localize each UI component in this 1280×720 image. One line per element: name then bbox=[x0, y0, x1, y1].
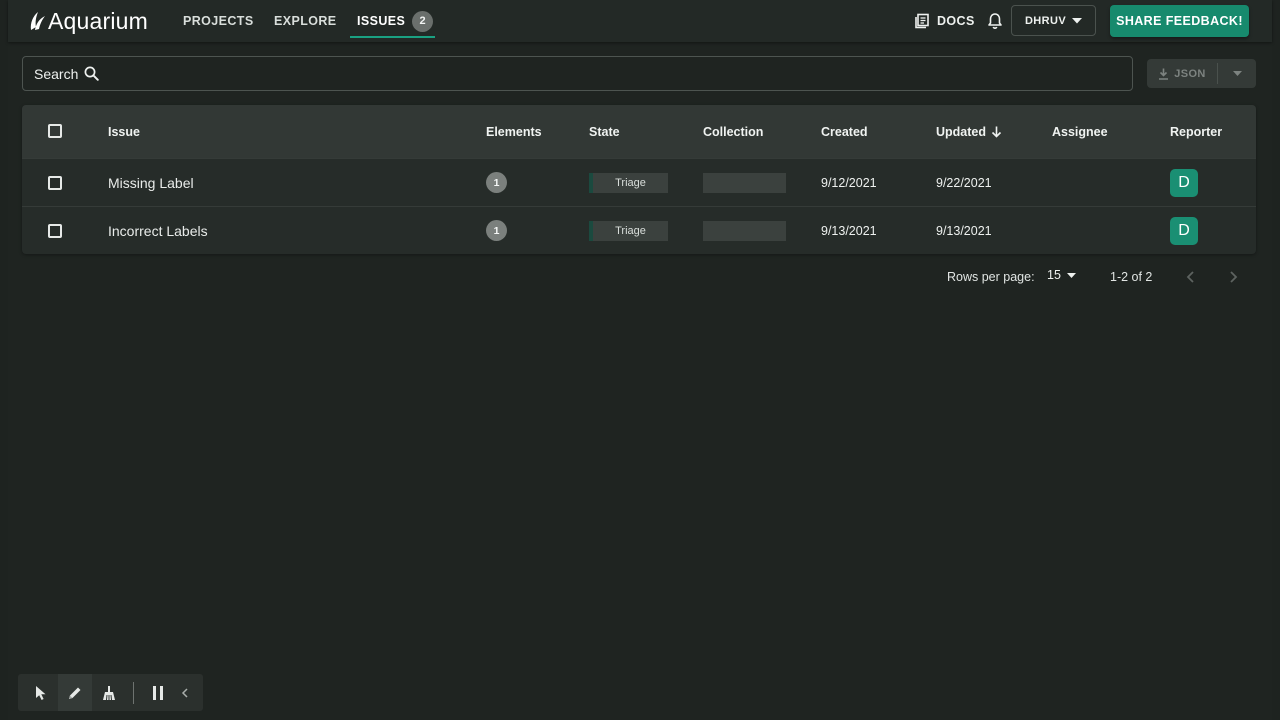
user-name: DHRUV bbox=[1024, 14, 1067, 27]
next-page-icon[interactable] bbox=[1225, 268, 1241, 286]
column-header-elements[interactable]: Elements bbox=[486, 105, 542, 158]
search-placeholder: Search bbox=[34, 65, 79, 82]
app-frame: Aquarium PROJECTS EXPLORE ISSUES 2 DOCS bbox=[8, 0, 1272, 720]
issues-count-badge: 2 bbox=[412, 10, 434, 32]
docs-book-icon bbox=[915, 13, 929, 29]
pencil-icon bbox=[69, 687, 81, 699]
elements-cell: 1 bbox=[486, 159, 507, 206]
caret-down-icon bbox=[1072, 17, 1083, 23]
table-header: Issue Elements State Collection Created … bbox=[22, 105, 1256, 158]
export-json-label: JSON bbox=[1174, 67, 1206, 80]
caret-down-icon bbox=[1232, 71, 1242, 76]
pagination-range: 1-2 of 2 bbox=[1110, 270, 1153, 284]
clear-tool[interactable] bbox=[92, 674, 126, 711]
share-feedback-button[interactable]: SHARE FEEDBACK! bbox=[1110, 5, 1249, 37]
nav-explore[interactable]: EXPLORE bbox=[274, 0, 337, 42]
elements-count-badge: 1 bbox=[486, 172, 507, 193]
row-checkbox[interactable] bbox=[48, 176, 62, 190]
collection-cell bbox=[703, 159, 786, 206]
rows-per-page-select[interactable]: 15 bbox=[1047, 268, 1076, 282]
download-icon bbox=[1159, 68, 1169, 80]
rows-per-page-label: Rows per page: bbox=[947, 270, 1035, 284]
reporter-cell: D bbox=[1170, 207, 1198, 254]
issues-table: Issue Elements State Collection Created … bbox=[22, 105, 1256, 254]
user-menu-button[interactable]: DHRUV bbox=[1011, 5, 1096, 36]
pause-button[interactable] bbox=[141, 674, 175, 711]
leaf-logo-icon bbox=[30, 12, 45, 30]
export-options-dropdown[interactable] bbox=[1218, 59, 1256, 88]
state-cell: Triage bbox=[589, 207, 668, 254]
docs-link[interactable]: DOCS bbox=[914, 0, 975, 42]
broom-icon bbox=[103, 685, 115, 700]
caret-down-icon bbox=[1066, 272, 1076, 278]
collapse-toolbar-button[interactable] bbox=[175, 674, 195, 711]
column-header-collection[interactable]: Collection bbox=[703, 105, 763, 158]
updated-date: 9/13/2021 bbox=[936, 223, 992, 238]
state-cell: Triage bbox=[589, 159, 668, 206]
updated-date: 9/22/2021 bbox=[936, 175, 992, 190]
created-date: 9/12/2021 bbox=[821, 175, 877, 190]
column-header-state[interactable]: State bbox=[589, 105, 620, 158]
sort-descending-arrow-icon bbox=[991, 126, 1002, 138]
collection-chip[interactable] bbox=[703, 172, 786, 193]
nav-projects-label: PROJECTS bbox=[183, 14, 254, 28]
rows-per-page-value: 15 bbox=[1047, 268, 1061, 282]
column-header-created[interactable]: Created bbox=[821, 105, 868, 158]
issue-name[interactable]: Incorrect Labels bbox=[108, 207, 208, 254]
select-tool[interactable] bbox=[24, 674, 58, 711]
elements-cell: 1 bbox=[486, 207, 507, 254]
pause-icon bbox=[153, 685, 163, 700]
column-header-updated-sort[interactable]: Updated bbox=[936, 105, 1002, 158]
table-row[interactable]: Incorrect Labels 1 Triage 9/13/2021 9/13… bbox=[22, 206, 1256, 254]
export-button-group: JSON bbox=[1147, 59, 1256, 88]
collection-cell bbox=[703, 207, 786, 254]
column-header-assignee[interactable]: Assignee bbox=[1052, 105, 1108, 158]
previous-page-icon[interactable] bbox=[1183, 268, 1199, 286]
table-row[interactable]: Missing Label 1 Triage 9/12/2021 9/22/20… bbox=[22, 158, 1256, 206]
export-json-button[interactable]: JSON bbox=[1147, 59, 1217, 88]
reporter-avatar: D bbox=[1170, 216, 1198, 245]
search-icon bbox=[84, 66, 100, 81]
state-chip[interactable]: Triage bbox=[589, 220, 668, 241]
nav-issues-label: ISSUES bbox=[357, 14, 406, 28]
reporter-avatar: D bbox=[1170, 168, 1198, 197]
nav-projects[interactable]: PROJECTS bbox=[183, 0, 254, 42]
issue-name[interactable]: Missing Label bbox=[108, 159, 194, 206]
pen-tool[interactable] bbox=[58, 674, 92, 711]
collection-chip[interactable] bbox=[703, 220, 786, 241]
column-header-updated: Updated bbox=[936, 124, 986, 139]
reporter-cell: D bbox=[1170, 159, 1198, 206]
app-logo[interactable]: Aquarium bbox=[28, 7, 148, 35]
search-input[interactable]: Search bbox=[22, 56, 1133, 91]
select-all-checkbox[interactable] bbox=[48, 124, 62, 138]
created-date: 9/13/2021 bbox=[821, 223, 877, 238]
notification-bell-icon[interactable] bbox=[986, 12, 1004, 30]
active-tab-indicator bbox=[350, 36, 435, 38]
top-nav: Aquarium PROJECTS EXPLORE ISSUES 2 DOCS bbox=[8, 0, 1272, 42]
row-checkbox[interactable] bbox=[48, 224, 62, 238]
state-chip[interactable]: Triage bbox=[589, 172, 668, 193]
nav-explore-label: EXPLORE bbox=[274, 14, 337, 28]
app-name: Aquarium bbox=[48, 7, 149, 34]
column-header-reporter[interactable]: Reporter bbox=[1170, 105, 1222, 158]
annotation-toolbar bbox=[18, 674, 203, 711]
toolbar-divider bbox=[133, 681, 134, 704]
cursor-arrow-icon bbox=[36, 685, 46, 700]
elements-count-badge: 1 bbox=[486, 220, 507, 241]
chevron-left-icon bbox=[181, 687, 188, 698]
column-header-issue[interactable]: Issue bbox=[108, 105, 140, 158]
docs-label: DOCS bbox=[937, 14, 975, 28]
